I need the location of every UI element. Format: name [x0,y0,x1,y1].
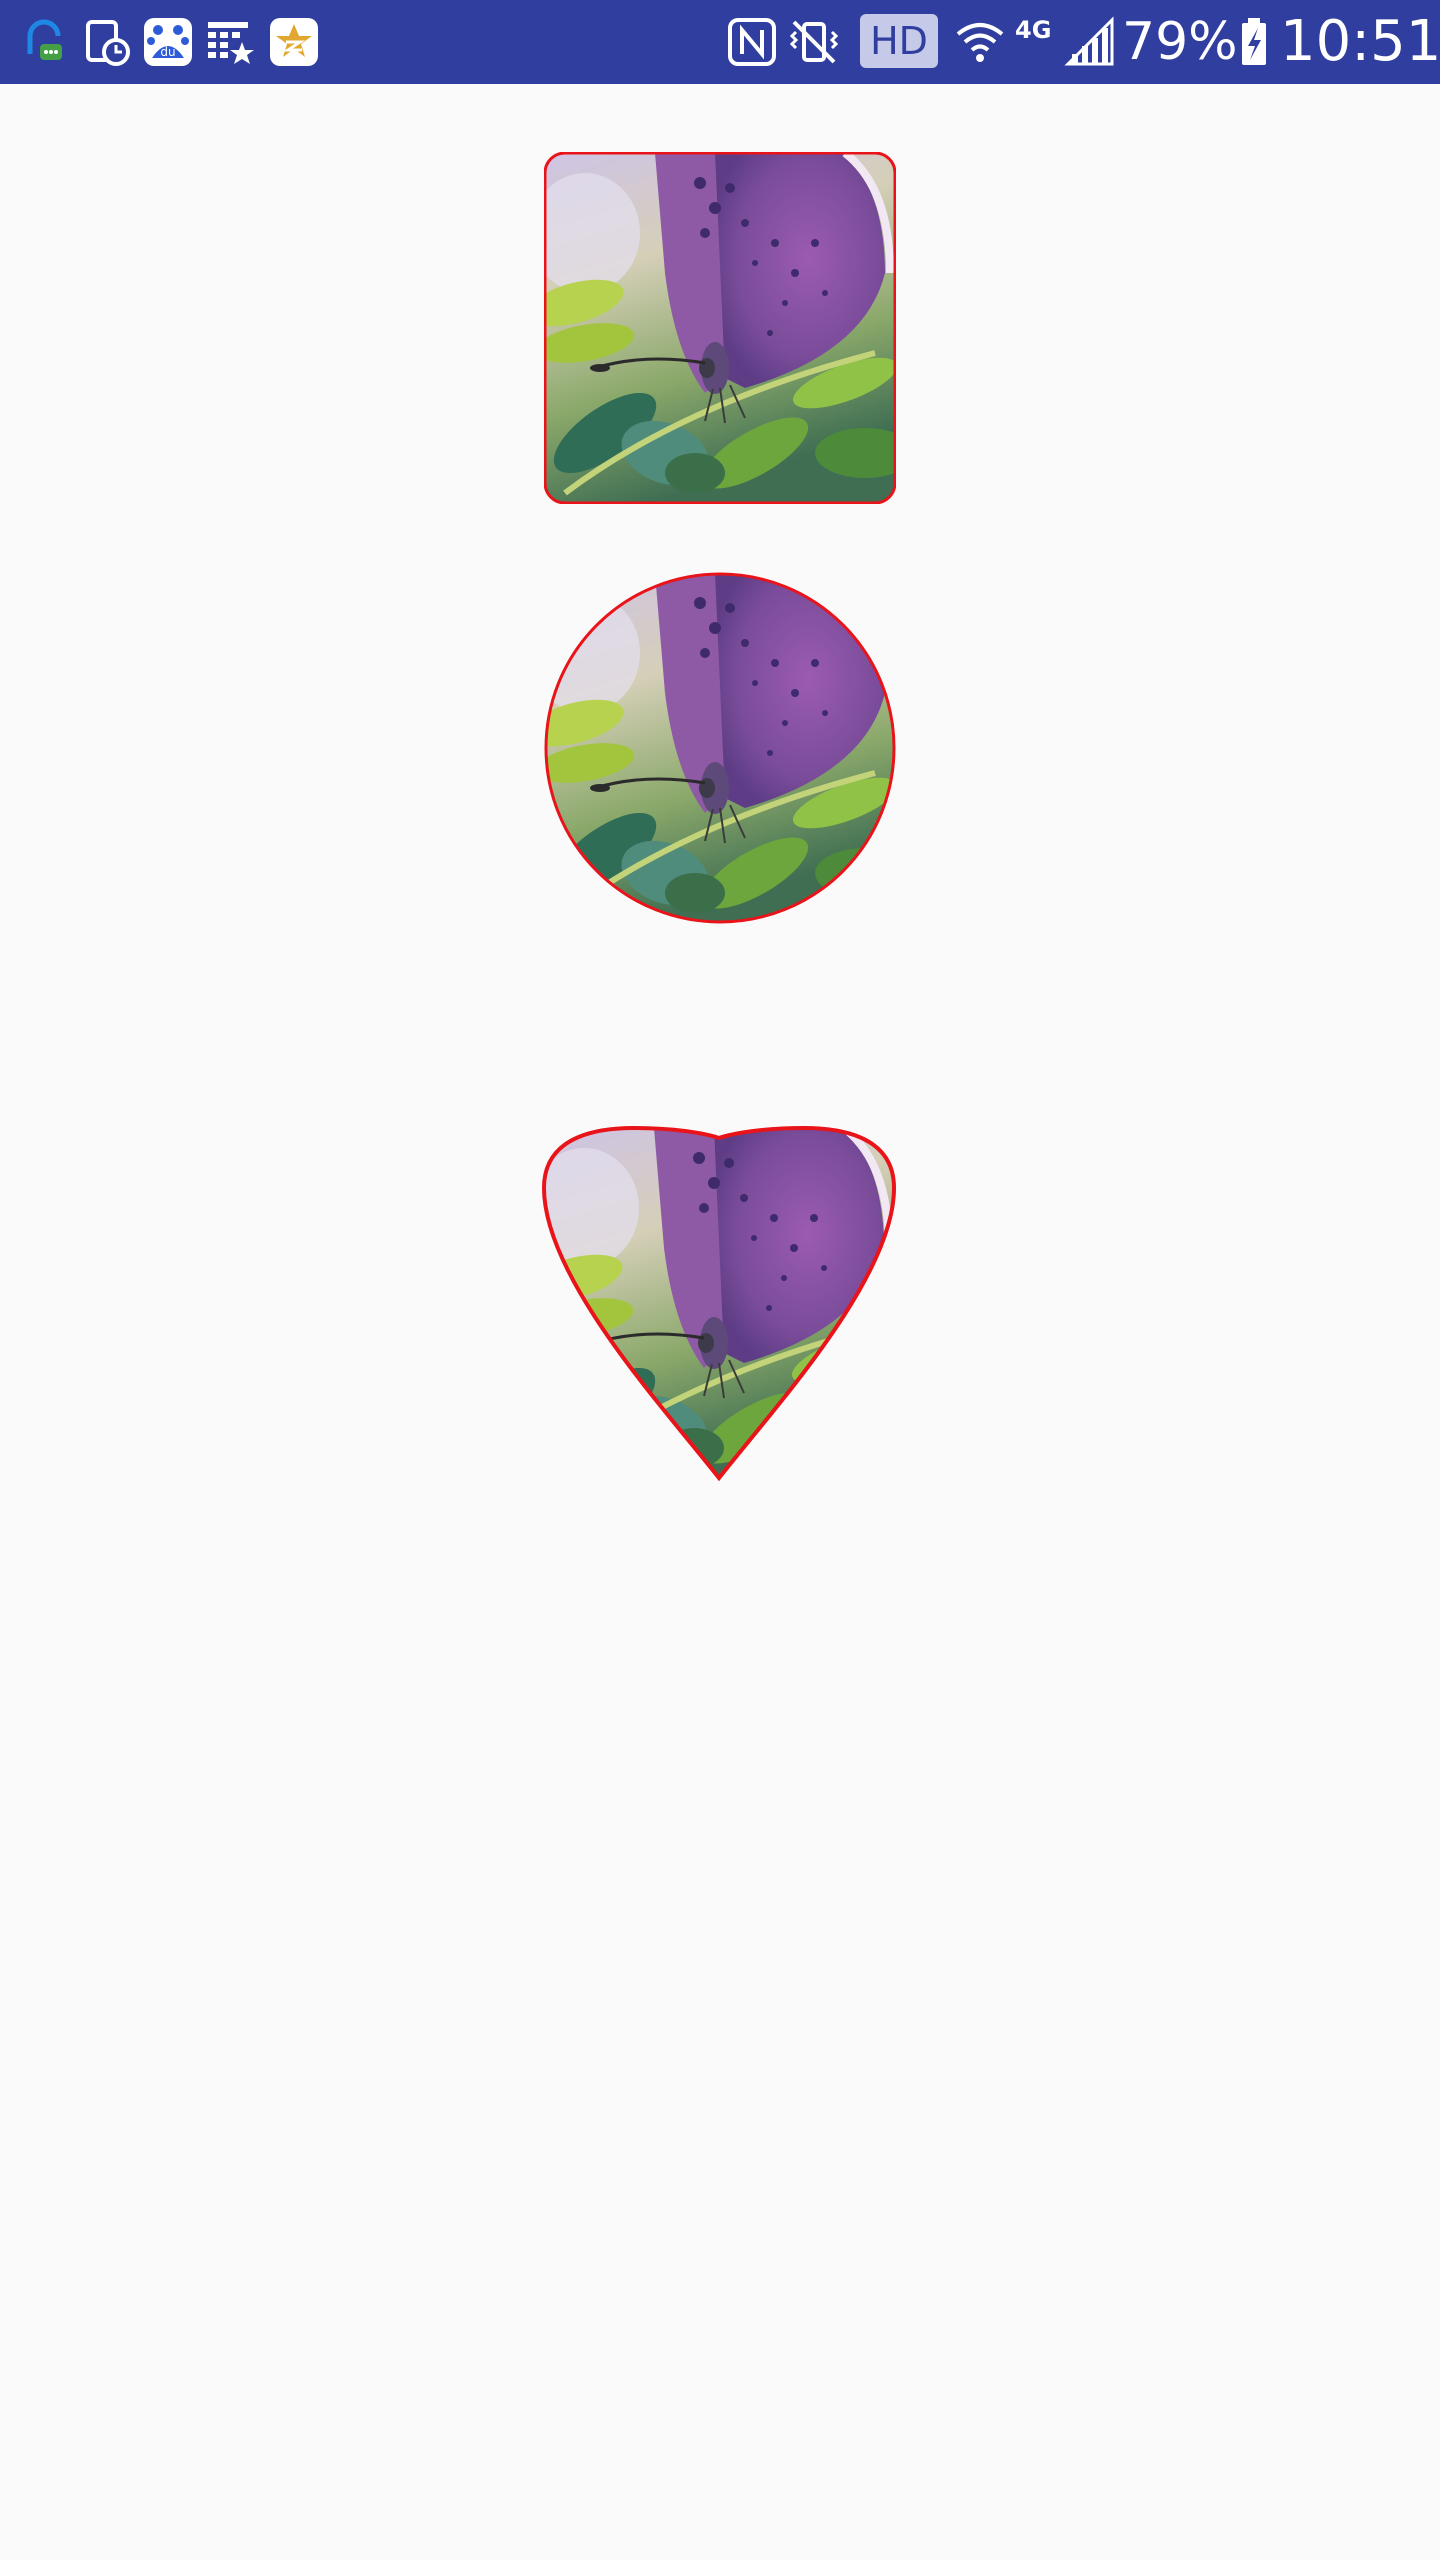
hd-voice-icon: HD [860,14,938,68]
battery-charging-icon [1242,18,1266,65]
heart-shape-image [542,1126,896,1484]
calendar-star-icon [208,22,254,64]
wifi-icon [956,23,1004,62]
baidu-paw-icon: du [144,18,192,66]
notification-assistant-icon [27,19,62,60]
vibrate-icon [789,20,839,64]
star-badge-icon [270,18,318,66]
circle-image [544,572,896,924]
network-type-label: 4G [1015,16,1052,44]
signal-icon [1064,16,1114,66]
battery-percent-label: 79% [1122,12,1238,72]
svg-text:du: du [160,45,175,59]
nfc-icon [728,18,776,66]
clock: 10:51 [1280,9,1440,74]
status-bar: du HD 4G 79% 10:51 [0,0,1440,84]
rounded-square-image [544,152,896,504]
screen-timer-icon [86,20,130,66]
